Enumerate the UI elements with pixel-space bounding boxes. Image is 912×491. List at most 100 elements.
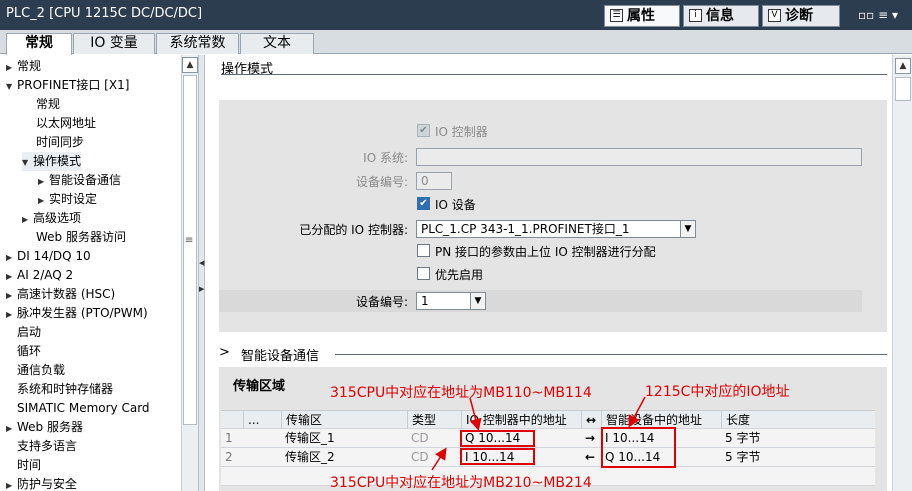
smart-device-arrow-icon[interactable]: > <box>219 345 230 360</box>
tree-item-label: AI 2/AQ 2 <box>17 268 74 282</box>
scroll-thumb[interactable] <box>895 77 911 101</box>
info-icon: i <box>689 9 702 22</box>
device-number2-value: 1 <box>421 294 429 308</box>
tree-item-realtime[interactable]: ▶ 实时设定 <box>38 190 97 209</box>
tree-item-comm-load[interactable]: 通信负载 <box>17 361 65 380</box>
splitter-left-icon[interactable]: ◀ <box>199 259 204 267</box>
tree-item-memory-card[interactable]: SIMATIC Memory Card <box>17 399 150 418</box>
pn-param-checkbox[interactable] <box>417 244 430 257</box>
device-number-field[interactable]: 0 <box>416 172 452 190</box>
scroll-thumb[interactable] <box>183 75 197 425</box>
row-name[interactable]: 传输区_1 <box>281 429 407 448</box>
tree-item-smart-device[interactable]: ▶ 智能设备通信 <box>38 171 121 190</box>
tree-item-startup[interactable]: 启动 <box>17 323 41 342</box>
tree-item-label: 高级选项 <box>33 211 82 225</box>
tab-info[interactable]: i 信息 <box>683 5 759 27</box>
expand-arrow-icon[interactable]: ▶ <box>6 58 17 77</box>
tree-item-advanced[interactable]: ▶ 高级选项 <box>22 209 81 228</box>
tree-item-di-dq[interactable]: ▶ DI 14/DQ 10 <box>6 247 91 266</box>
highlight-box <box>460 448 535 465</box>
highlight-box <box>601 427 676 468</box>
splitter-right-icon[interactable]: ▶ <box>199 285 204 293</box>
tree-item-label: 防护与安全 <box>17 477 78 491</box>
tab-system-constants[interactable]: 系统常数 <box>156 33 239 54</box>
tree-item-label: 以太网地址 <box>36 116 97 130</box>
scroll-up-button[interactable]: ▲ <box>895 58 911 74</box>
assigned-controller-dropdown[interactable]: PLC_1.CP 343-1_1.PROFINET接口_1 ▼ <box>416 220 696 238</box>
tree-scrollbar[interactable]: ▲ ≡ <box>181 55 198 491</box>
tree-item-multilang[interactable]: 支持多语言 <box>17 437 77 456</box>
expand-arrow-icon[interactable]: ▶ <box>6 248 17 267</box>
col-header: 传输区 <box>281 411 407 430</box>
section-title-smart-device[interactable]: 智能设备通信 <box>241 345 319 364</box>
tree-item-label: 启动 <box>17 325 42 339</box>
tree-item-ai-aq[interactable]: ▶ AI 2/AQ 2 <box>6 266 73 285</box>
table-row[interactable]: 2 传输区_2 CD I 10...14 ← Q 10...14 5 字节 <box>221 448 875 467</box>
expand-arrow-icon[interactable]: ▶ <box>6 305 17 324</box>
expand-arrow-icon[interactable]: ▶ <box>6 267 17 286</box>
tree-item-clock-memory[interactable]: 系统和时钟存储器 <box>17 380 113 399</box>
row-number: 1 <box>225 431 233 445</box>
annotation-text: 1215C中对应的IO地址 <box>645 384 790 400</box>
io-system-field[interactable] <box>416 148 862 166</box>
tree-item-time-sync[interactable]: 时间同步 <box>36 133 84 152</box>
chevron-down-icon[interactable]: ▼ <box>470 293 485 309</box>
tab-texts[interactable]: 文本 <box>240 33 314 54</box>
expand-arrow-icon[interactable]: ▶ <box>6 286 17 305</box>
tree-item-profinet-general[interactable]: 常规 <box>36 95 60 114</box>
tree-item-label: 脉冲发生器 (PTO/PWM) <box>17 306 148 320</box>
tree-item-web-server[interactable]: ▶ Web 服务器 <box>6 418 83 437</box>
chevron-down-icon[interactable]: ▼ <box>680 221 695 237</box>
tree-item-label: DI 14/DQ 10 <box>17 249 91 263</box>
priority-checkbox[interactable] <box>417 267 430 280</box>
tree-item-label: 时间同步 <box>36 135 85 149</box>
expand-arrow-icon[interactable]: ▶ <box>38 191 49 210</box>
highlight-box <box>460 430 535 447</box>
main-scrollbar[interactable]: ▲ <box>892 55 912 491</box>
row-length[interactable]: 5 字节 <box>721 429 875 448</box>
tree-item-pulse[interactable]: ▶ 脉冲发生器 (PTO/PWM) <box>6 304 148 323</box>
col-header: 类型 <box>407 411 461 430</box>
arrow-right-icon[interactable]: → <box>581 429 601 448</box>
device-number2-dropdown[interactable]: 1 ▼ <box>416 292 486 310</box>
row-name[interactable]: 传输区_2 <box>281 448 407 467</box>
tab-general[interactable]: 常规 <box>6 33 72 55</box>
expand-arrow-icon[interactable]: ▶ <box>22 210 33 229</box>
expand-arrow-icon[interactable]: ▶ <box>6 476 17 491</box>
tree-item-profinet[interactable]: ▼ PROFINET接口 [X1] <box>6 76 129 95</box>
tab-properties[interactable]: ☰ 属性 <box>604 5 680 27</box>
io-controller-checkbox[interactable]: ✔ <box>417 124 430 137</box>
io-device-label: IO 设备 <box>435 198 476 212</box>
tree-item-operating-mode[interactable]: ▼ 操作模式 <box>22 152 82 172</box>
annotation-text: 315CPU中对应在地址为MB210~MB214 <box>330 475 592 491</box>
io-system-label: IO 系统: <box>363 151 408 165</box>
section-title-transfer: 传输区域 <box>233 379 286 394</box>
pn-param-label: PN 接口的参数由上位 IO 控制器进行分配 <box>435 245 656 259</box>
table-row[interactable]: 1 传输区_1 CD Q 10...14 → I 10...14 5 字节 <box>221 429 875 448</box>
priority-label: 优先启用 <box>435 268 484 282</box>
tree-item-time[interactable]: 时间 <box>17 456 41 475</box>
tree-item-hsc[interactable]: ▶ 高速计数器 (HSC) <box>6 285 115 304</box>
tree-item-general[interactable]: ▶ 常规 <box>6 57 41 76</box>
tree-item-web-access[interactable]: Web 服务器访问 <box>36 228 126 247</box>
window-controls-icon[interactable]: ▫▫ ≡ ▾ <box>858 8 898 22</box>
collapse-arrow-icon[interactable]: ▼ <box>22 153 33 172</box>
io-device-checkbox[interactable]: ✔ <box>417 197 430 210</box>
tree-item-label: 智能设备通信 <box>49 173 122 187</box>
tree-item-ethernet-address[interactable]: 以太网地址 <box>36 114 96 133</box>
row-length[interactable]: 5 字节 <box>721 448 875 467</box>
tab-diagnostics[interactable]: V 诊断 <box>762 5 840 27</box>
tab-io-tags[interactable]: IO 变量 <box>73 33 155 54</box>
tree-item-label: 高速计数器 (HSC) <box>17 287 116 301</box>
arrow-left-icon[interactable]: ← <box>581 448 601 467</box>
expand-arrow-icon[interactable]: ▶ <box>38 172 49 191</box>
assigned-controller-value: PLC_1.CP 343-1_1.PROFINET接口_1 <box>421 222 630 236</box>
operating-mode-panel: ✔ IO 控制器 IO 系统: 设备编号: 0 ✔ IO 设备 已分配的 IO … <box>219 100 887 332</box>
collapse-arrow-icon[interactable]: ▼ <box>6 77 17 96</box>
tree-item-security[interactable]: ▶ 防护与安全 <box>6 475 77 491</box>
tree-item-cycle[interactable]: 循环 <box>17 342 41 361</box>
tree-item-label: 实时设定 <box>49 192 98 206</box>
panel-splitter[interactable]: ◀ ▶ <box>198 55 205 491</box>
expand-arrow-icon[interactable]: ▶ <box>6 419 17 438</box>
scroll-up-button[interactable]: ▲ <box>182 57 198 73</box>
